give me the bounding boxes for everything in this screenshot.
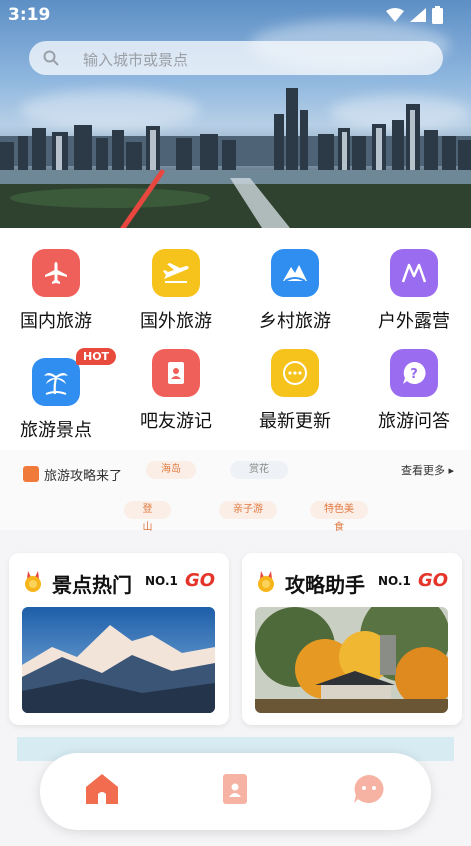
category-travel-qa[interactable]: ? 旅游问答 xyxy=(359,349,469,433)
guide-chip[interactable]: 海岛 xyxy=(146,461,196,479)
city-skyline-image xyxy=(0,88,471,228)
category-latest-updates[interactable]: 最新更新 xyxy=(240,349,350,433)
category-rural-travel[interactable]: 乡村旅游 xyxy=(240,249,350,333)
category-overseas-travel[interactable]: 国外旅游 xyxy=(121,249,231,333)
snow-mountain-image xyxy=(22,607,215,713)
card-title: 攻略助手 xyxy=(285,573,365,597)
hot-badge: HOT xyxy=(76,348,117,365)
card-rank-badge: NO.1 xyxy=(145,574,178,588)
card-rank-badge: NO.1 xyxy=(378,574,411,588)
question-bubble-icon: ? xyxy=(390,349,438,397)
guides-title: 旅游攻略来了 xyxy=(44,469,123,484)
palm-tree-icon xyxy=(32,358,80,406)
guide-chip[interactable]: 登山 xyxy=(124,501,171,533)
category-label: 最新更新 xyxy=(259,411,331,432)
notebook-icon xyxy=(152,349,200,397)
nav-messages-button[interactable] xyxy=(351,771,387,807)
airplane-takeoff-icon xyxy=(152,249,200,297)
category-label: 旅游景点 xyxy=(20,420,92,441)
mountain-icon xyxy=(271,249,319,297)
wifi-icon xyxy=(386,8,404,22)
tent-icon xyxy=(390,249,438,297)
hero-banner: 3:19 输入城市或景点 xyxy=(0,0,471,228)
category-label: 吧友游记 xyxy=(140,411,212,432)
cell-signal-icon xyxy=(410,8,426,22)
guide-chip[interactable]: 亲子游 xyxy=(219,501,277,519)
category-label: 乡村旅游 xyxy=(259,311,331,332)
category-label: 旅游问答 xyxy=(378,411,450,432)
guide-chip[interactable]: 特色美食 xyxy=(310,501,368,533)
travel-guides-section: 旅游攻略来了 查看更多 ▸ 海岛 赏花 登山 亲子游 特色美食 xyxy=(0,450,471,533)
category-outdoor-camping[interactable]: 户外露营 xyxy=(359,249,469,333)
guide-list-icon xyxy=(23,466,39,482)
nav-home-button[interactable] xyxy=(84,771,120,807)
svg-text:?: ? xyxy=(410,367,418,382)
pointer-arrow-icon xyxy=(119,169,165,228)
medal-icon xyxy=(25,571,41,592)
status-time: 3:19 xyxy=(8,5,51,25)
search-bar[interactable]: 输入城市或景点 xyxy=(29,41,443,75)
autumn-village-image xyxy=(255,607,448,713)
nav-notes-button[interactable] xyxy=(217,771,253,807)
category-travel-notes[interactable]: 吧友游记 xyxy=(121,349,231,433)
contacts-book-icon xyxy=(223,774,247,804)
travel-assistant-card[interactable]: 攻略助手 NO.1 GO xyxy=(242,553,462,725)
medal-icon xyxy=(258,571,274,592)
bottom-nav xyxy=(40,753,431,830)
go-logo: GO xyxy=(185,570,216,591)
more-dots-icon xyxy=(271,349,319,397)
category-scenic-spots[interactable]: 旅游景点 xyxy=(1,358,111,442)
card-title: 景点热门 xyxy=(52,573,132,597)
chat-face-icon xyxy=(354,775,384,803)
status-bar: 3:19 xyxy=(0,0,471,30)
hot-attractions-card[interactable]: 景点热门 NO.1 GO xyxy=(9,553,229,725)
airplane-icon xyxy=(32,249,80,297)
category-label: 国内旅游 xyxy=(20,311,92,332)
battery-icon xyxy=(432,6,443,24)
category-label: 户外露营 xyxy=(378,311,450,332)
home-icon xyxy=(86,774,118,804)
search-input[interactable]: 输入城市或景点 xyxy=(83,49,188,70)
category-label: 国外旅游 xyxy=(140,311,212,332)
search-icon xyxy=(43,50,59,66)
go-logo: GO xyxy=(418,570,449,591)
category-domestic-travel[interactable]: 国内旅游 xyxy=(1,249,111,333)
category-grid: 国内旅游 国外旅游 乡村旅游 户外露营 旅游景点 HOT 吧友游记 最新更新 ?… xyxy=(0,228,471,450)
see-more-link[interactable]: 查看更多 ▸ xyxy=(401,462,454,478)
guide-chip[interactable]: 赏花 xyxy=(230,461,288,479)
